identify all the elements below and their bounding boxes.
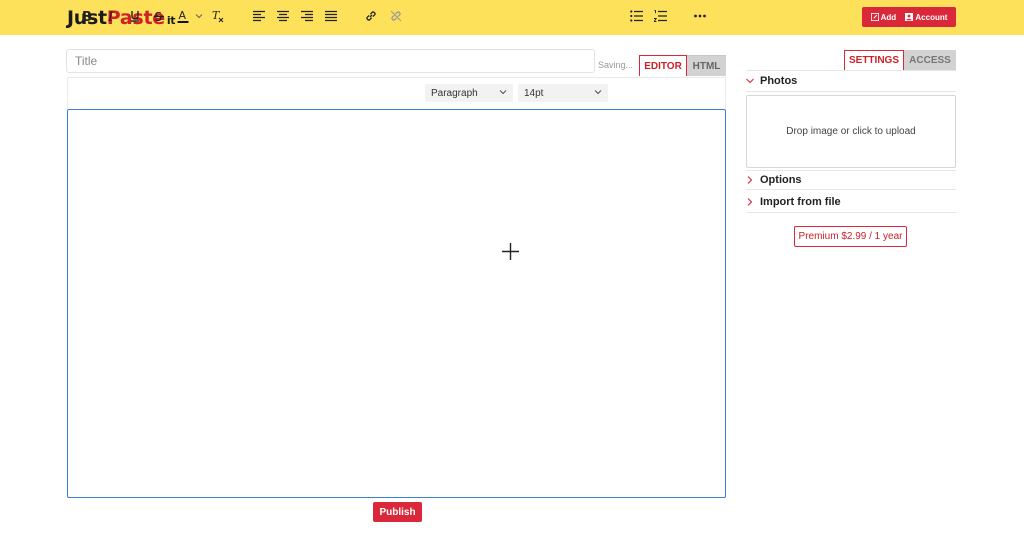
block-format-value: Paragraph bbox=[431, 87, 478, 99]
bullet-list-icon bbox=[629, 10, 643, 22]
tab-settings[interactable]: SETTINGS bbox=[844, 50, 904, 70]
divider bbox=[746, 212, 956, 213]
chevron-right-icon bbox=[747, 176, 753, 184]
photos-section-label: Photos bbox=[760, 75, 798, 87]
svg-text:I: I bbox=[107, 10, 114, 23]
user-icon bbox=[905, 13, 914, 21]
underline-button[interactable] bbox=[128, 8, 142, 24]
align-right-icon bbox=[301, 10, 313, 22]
align-left-button[interactable] bbox=[252, 8, 266, 24]
italic-icon: I bbox=[107, 10, 114, 23]
remove-link-button[interactable] bbox=[388, 8, 404, 24]
underline-icon bbox=[131, 11, 139, 22]
divider bbox=[746, 189, 956, 190]
editor-content-area[interactable] bbox=[67, 109, 726, 498]
font-size-value: 14pt bbox=[524, 87, 544, 99]
numbered-list-icon bbox=[653, 10, 667, 22]
tab-html[interactable]: HTML bbox=[687, 55, 726, 76]
import-section-toggle[interactable]: Import from file bbox=[746, 193, 841, 211]
more-icon bbox=[694, 14, 706, 18]
publish-button[interactable]: Publish bbox=[373, 502, 422, 522]
svg-text:A: A bbox=[179, 9, 187, 22]
premium-button[interactable]: Premium $2.99 / 1 year bbox=[794, 226, 907, 247]
bold-icon: B bbox=[82, 10, 92, 23]
italic-button[interactable]: I bbox=[104, 8, 118, 24]
align-justify-button[interactable] bbox=[324, 8, 338, 24]
add-button-label: Add bbox=[880, 12, 897, 22]
chevron-down-icon bbox=[499, 90, 507, 95]
crosshair-cursor-icon bbox=[502, 243, 519, 260]
bold-button[interactable]: B bbox=[80, 8, 94, 24]
logo-part-it: it bbox=[166, 14, 176, 27]
account-button[interactable]: Account bbox=[905, 13, 947, 22]
options-section-toggle[interactable]: Options bbox=[746, 171, 802, 189]
saving-status: Saving... bbox=[598, 60, 634, 70]
divider bbox=[746, 70, 956, 71]
bullet-list-button[interactable] bbox=[628, 8, 644, 24]
align-center-button[interactable] bbox=[276, 8, 290, 24]
photo-upload-dropzone[interactable]: Drop image or click to upload bbox=[746, 95, 956, 168]
account-button-label: Account bbox=[915, 12, 948, 22]
strikethrough-icon: S bbox=[154, 10, 164, 23]
clear-formatting-button[interactable]: T bbox=[211, 8, 225, 24]
text-color-button[interactable]: A bbox=[176, 8, 190, 24]
unlink-icon bbox=[390, 10, 402, 22]
editor-toolbar bbox=[67, 77, 726, 109]
tab-editor[interactable]: EDITOR bbox=[639, 55, 687, 76]
align-right-button[interactable] bbox=[300, 8, 314, 24]
title-input[interactable] bbox=[66, 49, 595, 73]
text-color-dropdown[interactable] bbox=[194, 8, 204, 24]
tab-access[interactable]: ACCESS bbox=[904, 50, 956, 70]
clear-formatting-icon: T bbox=[212, 9, 224, 23]
align-justify-icon bbox=[325, 10, 337, 22]
dropzone-text: Drop image or click to upload bbox=[786, 126, 916, 137]
more-options-button[interactable] bbox=[692, 8, 708, 24]
insert-link-button[interactable] bbox=[363, 8, 379, 24]
svg-text:B: B bbox=[82, 10, 92, 23]
header-button-group: Add Account bbox=[862, 7, 956, 27]
photos-section-toggle[interactable]: Photos bbox=[746, 72, 797, 90]
chevron-down-icon bbox=[594, 90, 602, 95]
numbered-list-button[interactable] bbox=[652, 8, 668, 24]
import-section-label: Import from file bbox=[760, 196, 841, 208]
options-section-label: Options bbox=[760, 174, 802, 186]
edit-icon bbox=[870, 13, 879, 21]
chevron-down-icon bbox=[195, 14, 203, 19]
chevron-down-icon bbox=[746, 78, 754, 84]
align-center-icon bbox=[277, 10, 289, 22]
align-left-icon bbox=[253, 10, 265, 22]
divider bbox=[746, 91, 956, 92]
strikethrough-button[interactable]: S bbox=[152, 8, 166, 24]
text-color-icon: A bbox=[177, 9, 189, 23]
font-size-select[interactable]: 14pt bbox=[518, 84, 608, 102]
add-button[interactable]: Add bbox=[870, 12, 897, 22]
link-icon bbox=[366, 11, 376, 21]
svg-text:T: T bbox=[212, 9, 221, 22]
chevron-right-icon bbox=[747, 198, 753, 206]
block-format-select[interactable]: Paragraph bbox=[425, 84, 513, 102]
